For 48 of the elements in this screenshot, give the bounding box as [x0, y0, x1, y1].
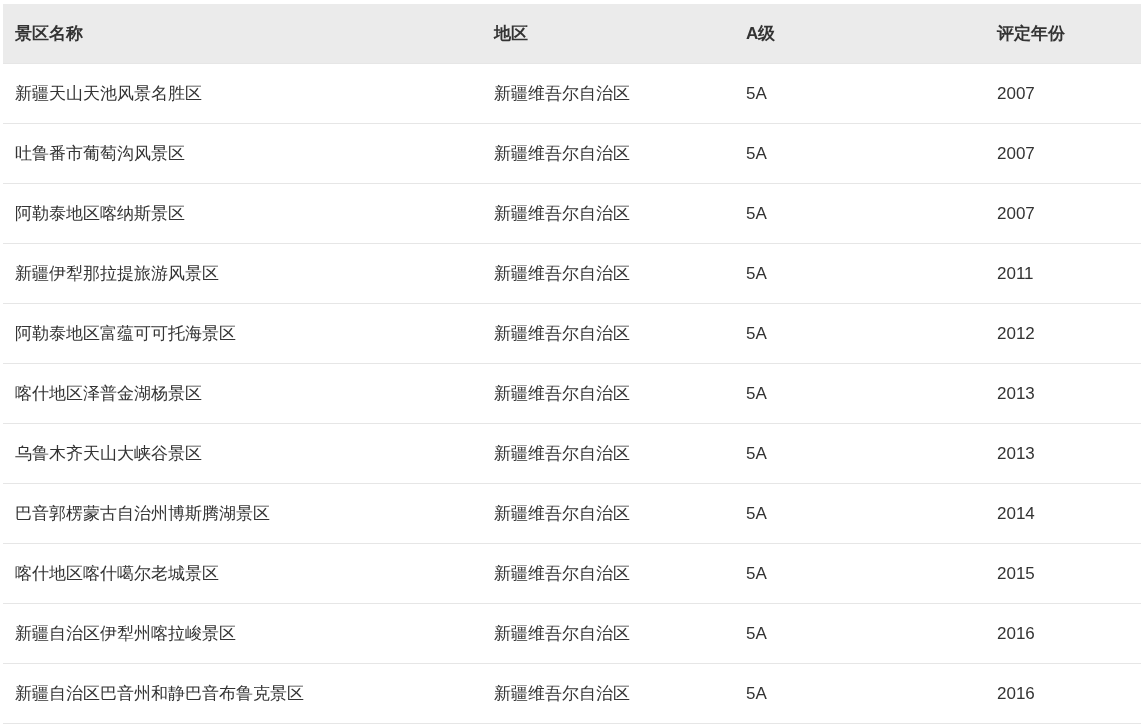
table-cell: 2007 — [985, 63, 1141, 124]
table-cell: 5A — [734, 63, 985, 124]
table-cell: 5A — [734, 543, 985, 604]
table-cell: 2007 — [985, 183, 1141, 244]
table-cell: 新疆维吾尔自治区 — [482, 363, 734, 424]
table-cell: 5A — [734, 183, 985, 244]
table-cell: 新疆自治区巴音州和静巴音布鲁克景区 — [3, 663, 482, 724]
table-cell: 新疆维吾尔自治区 — [482, 543, 734, 604]
column-header: 地区 — [482, 4, 734, 64]
table-cell: 5A — [734, 243, 985, 304]
table-cell: 阿勒泰地区富蕴可可托海景区 — [3, 303, 482, 364]
table-cell: 2007 — [985, 123, 1141, 184]
table-cell: 5A — [734, 363, 985, 424]
table-cell: 新疆维吾尔自治区 — [482, 303, 734, 364]
table-cell: 新疆维吾尔自治区 — [482, 243, 734, 304]
table-cell: 5A — [734, 663, 985, 724]
table-cell: 2011 — [985, 243, 1141, 304]
column-header: 景区名称 — [3, 4, 482, 64]
table-cell: 2014 — [985, 483, 1141, 544]
table-cell: 吐鲁番市葡萄沟风景区 — [3, 123, 482, 184]
table-cell: 2015 — [985, 543, 1141, 604]
table-cell: 5A — [734, 483, 985, 544]
table-cell: 喀什地区泽普金湖杨景区 — [3, 363, 482, 424]
table-cell: 新疆维吾尔自治区 — [482, 183, 734, 244]
column-header: 评定年份 — [985, 4, 1141, 64]
table-cell: 2016 — [985, 603, 1141, 664]
table-cell: 5A — [734, 603, 985, 664]
table-cell: 新疆维吾尔自治区 — [482, 423, 734, 484]
table-cell: 2012 — [985, 303, 1141, 364]
table-cell: 新疆自治区伊犁州喀拉峻景区 — [3, 603, 482, 664]
column-header: A级 — [734, 4, 985, 64]
table-cell: 乌鲁木齐天山大峡谷景区 — [3, 423, 482, 484]
table-cell: 巴音郭楞蒙古自治州博斯腾湖景区 — [3, 483, 482, 544]
table-cell: 新疆维吾尔自治区 — [482, 483, 734, 544]
table-cell: 新疆维吾尔自治区 — [482, 663, 734, 724]
table-cell: 2016 — [985, 663, 1141, 724]
table-cell: 2013 — [985, 423, 1141, 484]
table-cell: 新疆维吾尔自治区 — [482, 63, 734, 124]
table-cell: 新疆维吾尔自治区 — [482, 123, 734, 184]
table-cell: 5A — [734, 123, 985, 184]
table-cell: 新疆天山天池风景名胜区 — [3, 63, 482, 124]
table-cell: 新疆维吾尔自治区 — [482, 603, 734, 664]
table-cell: 阿勒泰地区喀纳斯景区 — [3, 183, 482, 244]
table-cell: 5A — [734, 303, 985, 364]
table-cell: 2013 — [985, 363, 1141, 424]
table-cell: 5A — [734, 423, 985, 484]
table-cell: 新疆伊犁那拉提旅游风景区 — [3, 243, 482, 304]
table-cell: 喀什地区喀什噶尔老城景区 — [3, 543, 482, 604]
